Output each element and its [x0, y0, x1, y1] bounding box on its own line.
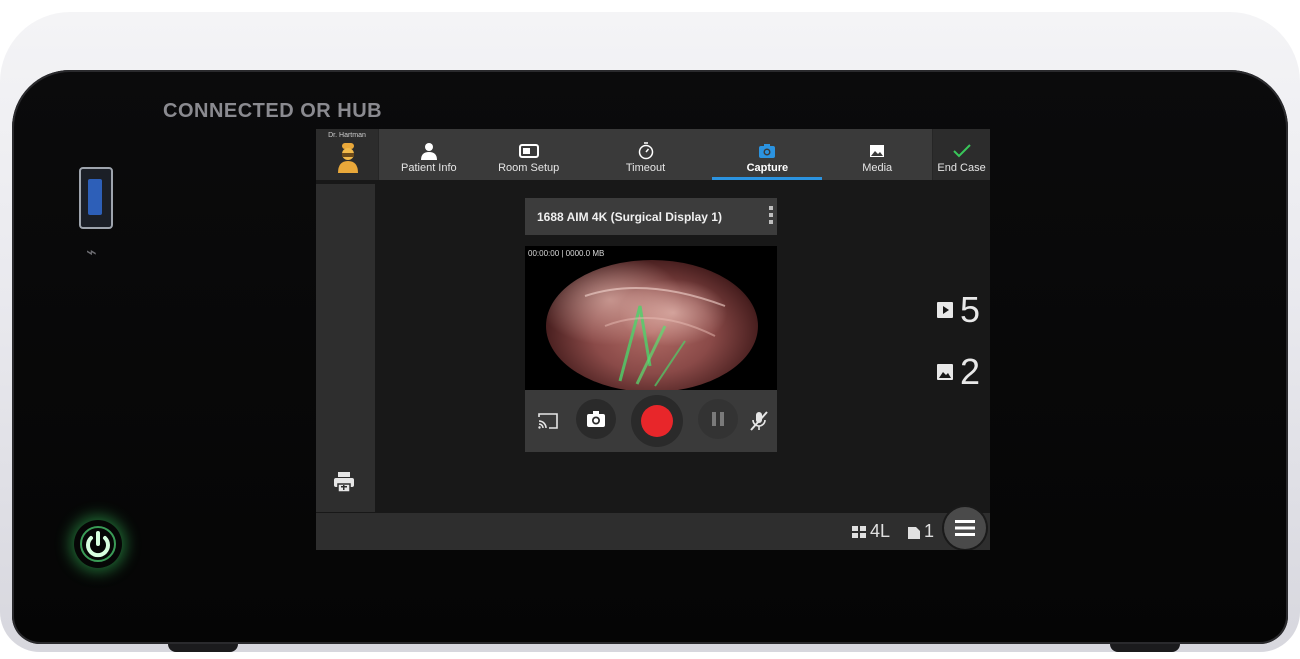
mute-mic-button[interactable] [745, 407, 773, 435]
capture-controls [525, 390, 777, 452]
image-icon [937, 364, 953, 380]
capture-source-header: 1688 AIM 4K (Surgical Display 1) [525, 198, 777, 235]
top-nav-bar: Dr. Hartman Patient Info Room Setup Time… [316, 129, 990, 180]
mic-muted-icon [750, 411, 768, 431]
record-icon [641, 405, 673, 437]
more-options-icon[interactable] [769, 206, 773, 224]
touch-screen: Dr. Hartman Patient Info Room Setup Time… [316, 129, 990, 550]
monitor-icon [518, 144, 539, 158]
page-indicator[interactable]: 1 [908, 521, 934, 542]
layout-indicator[interactable]: 4L [852, 521, 890, 542]
tab-label: End Case [937, 162, 986, 174]
image-count: 2 [936, 351, 980, 393]
snapshot-button[interactable] [576, 399, 616, 439]
usb-port[interactable] [79, 167, 113, 229]
tab-timeout[interactable]: Timeout [579, 129, 713, 180]
video-preview: 00:00:00 | 0000.0 MB [525, 246, 777, 390]
tab-label: Media [862, 162, 893, 174]
power-button[interactable] [74, 520, 122, 568]
grid-layout-icon [852, 525, 866, 538]
bottom-status-bar: 4L 1 [316, 507, 990, 550]
check-icon [952, 144, 971, 158]
record-button[interactable] [631, 395, 683, 447]
hamburger-menu-icon [955, 520, 975, 536]
camera-icon [587, 411, 605, 427]
tab-end-case[interactable]: End Case [933, 129, 990, 180]
tab-label: Timeout [625, 162, 666, 174]
brand-label: CONNECTED OR HUB [163, 100, 383, 122]
left-sidebar [316, 184, 375, 512]
page-label: 1 [924, 521, 935, 541]
person-icon [420, 143, 437, 160]
pause-icon [712, 412, 724, 426]
tab-label: Capture [746, 162, 789, 174]
tab-patient-info[interactable]: Patient Info [379, 129, 479, 180]
timer-icon [638, 142, 653, 160]
tab-capture[interactable]: Capture [712, 129, 823, 180]
endoscope-detail-overlay [584, 287, 726, 387]
tab-label: Patient Info [401, 162, 457, 174]
camera-icon [759, 144, 776, 158]
user-name: Dr. Hartman [328, 132, 366, 139]
video-count: 5 [936, 289, 980, 331]
image-count-value: 2 [960, 351, 981, 392]
video-icon [937, 302, 953, 318]
tab-label: Room Setup [498, 162, 560, 174]
user-profile-button[interactable]: Dr. Hartman [316, 129, 378, 180]
video-count-value: 5 [960, 289, 981, 330]
pause-button[interactable] [698, 399, 738, 439]
power-icon [80, 526, 116, 562]
tab-room-setup[interactable]: Room Setup [479, 129, 579, 180]
capture-source-title: 1688 AIM 4K (Surgical Display 1) [537, 209, 722, 224]
recording-info: 00:00:00 | 0000.0 MB [528, 249, 605, 258]
main-menu-button[interactable] [944, 507, 986, 549]
page-icon [908, 526, 920, 539]
image-icon [870, 145, 885, 157]
cast-icon [538, 413, 558, 429]
tab-media[interactable]: Media [822, 129, 932, 180]
printer-icon[interactable] [332, 470, 356, 494]
cast-button[interactable] [533, 407, 563, 435]
surgeon-avatar-icon [338, 143, 358, 173]
layout-label: 4L [870, 521, 891, 541]
usb-icon: ⌁ [86, 242, 97, 262]
